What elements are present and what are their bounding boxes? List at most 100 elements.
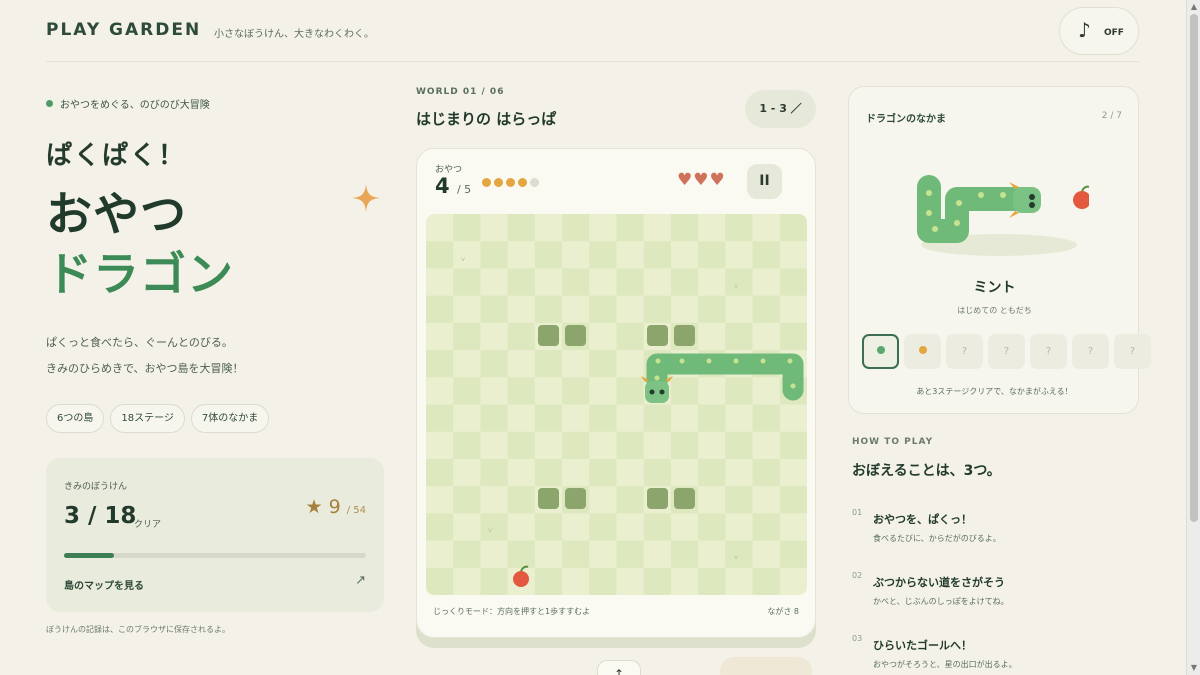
friend-slot-locked[interactable]: ?	[1114, 334, 1151, 369]
howto-title: おぼえることは、3つ。	[852, 463, 1001, 479]
board-cell	[426, 404, 454, 433]
board-cell	[507, 295, 536, 324]
arrow-icon[interactable]: ↗	[355, 573, 366, 588]
game-board[interactable]: ᵥ ᵥ ᵥ ᵥ	[426, 214, 807, 595]
board-cell	[779, 214, 807, 242]
snack-dot-icon	[482, 178, 491, 187]
pill-stages: 18ステージ	[110, 404, 185, 433]
board-cell	[670, 431, 699, 460]
board-cell	[752, 404, 781, 433]
friend-slot-locked[interactable]: ?	[1030, 334, 1067, 369]
board-cell	[589, 377, 617, 405]
board-cell	[534, 241, 563, 269]
board-cell	[534, 458, 563, 487]
board-cell	[779, 322, 807, 351]
hero-title-line1: おやつ	[46, 187, 187, 241]
board-cell	[725, 404, 754, 433]
scrollbar-thumb[interactable]	[1190, 14, 1198, 522]
apple-icon	[1073, 191, 1089, 209]
friend-dot-icon	[876, 346, 885, 354]
board-cell	[589, 540, 617, 569]
board-cell	[453, 241, 481, 269]
step-number: 01	[852, 508, 863, 517]
board-cell	[589, 214, 617, 242]
friends-card: ドラゴンのなかま 2 / 7 ミント はじめての ともだち ? ? ? ? ? …	[848, 86, 1151, 414]
board-cell	[534, 295, 563, 324]
snack-dot-icon	[506, 178, 515, 187]
board-cell	[643, 214, 672, 242]
friends-title: ドラゴンのなかま	[866, 114, 946, 125]
board-cell	[779, 241, 807, 269]
snack-count-total: / 5	[456, 183, 472, 196]
board-cell	[779, 513, 807, 542]
feature-pills: 6つの島 18ステージ 7体のなかま	[46, 404, 270, 433]
board-cell	[643, 431, 672, 460]
board-cell	[725, 567, 754, 595]
board-cell	[779, 431, 807, 460]
stage-select-button[interactable]: 1 - 3 ／	[745, 90, 816, 128]
board-cell	[779, 567, 807, 595]
pause-button[interactable]: II	[747, 164, 782, 199]
friend-slot-mint[interactable]	[862, 334, 899, 369]
board-grid	[426, 214, 807, 595]
page-scrollbar[interactable]: ▲ ▼	[1186, 0, 1200, 675]
step-number: 03	[852, 634, 863, 643]
board-cell	[670, 567, 699, 595]
scroll-up-icon[interactable]: ▲	[1189, 2, 1199, 12]
board-cell	[507, 486, 536, 514]
board-cell	[698, 540, 726, 569]
friend-slot-locked[interactable]: ?	[1072, 334, 1109, 369]
board-cell	[725, 431, 754, 460]
board-cell	[480, 268, 509, 297]
progress-label: きみのぼうけん	[64, 482, 128, 492]
hero-description: ぱくっと食べたら、ぐーんとのびる。 きみのひらめきで、おやつ島を大冒険！	[46, 330, 244, 382]
board-cell	[616, 513, 645, 542]
board-cell	[616, 350, 645, 378]
board-cell	[453, 377, 481, 405]
board-cell	[752, 322, 781, 351]
board-cell	[589, 404, 617, 433]
board-cell	[779, 295, 807, 324]
board-cell	[589, 458, 617, 487]
hero-lead: おやつをめぐる、のびのび大冒険	[46, 96, 210, 111]
board-cell	[480, 513, 509, 542]
friend-slots: ? ? ? ? ?	[862, 334, 1151, 369]
board-cell	[752, 295, 781, 324]
board-cell	[453, 567, 481, 595]
board-cell	[616, 295, 645, 324]
board-cell	[670, 241, 699, 269]
board-cell	[698, 377, 726, 405]
board-cell	[562, 540, 590, 569]
friend-slot-locked[interactable]: ?	[988, 334, 1025, 369]
board-cell	[670, 268, 699, 297]
board-cell	[698, 295, 726, 324]
up-arrow-button[interactable]: ↑	[597, 660, 641, 675]
board-cell	[453, 513, 481, 542]
board-cell	[752, 513, 781, 542]
sparkle-icon	[352, 184, 380, 212]
board-cell	[562, 567, 590, 595]
friend-slot-2[interactable]	[904, 334, 941, 369]
board-cell	[453, 404, 481, 433]
board-cell	[725, 486, 754, 514]
board-cell	[453, 486, 481, 514]
friend-slot-locked[interactable]: ?	[946, 334, 983, 369]
island-map-link[interactable]: 島のマップを見る	[64, 577, 144, 592]
howto-label: HOW TO PLAY	[852, 437, 934, 447]
board-cell	[616, 268, 645, 297]
board-cell	[562, 295, 590, 324]
board-cell	[589, 322, 617, 351]
brand-logo[interactable]: PLAY GARDEN	[46, 20, 201, 40]
sound-toggle-button[interactable]: ♪ OFF	[1059, 7, 1139, 55]
board-cell	[725, 214, 754, 242]
board-cell	[698, 404, 726, 433]
scroll-down-icon[interactable]: ▼	[1189, 663, 1199, 673]
action-button[interactable]	[720, 657, 812, 675]
board-cell	[507, 404, 536, 433]
board-cell	[752, 214, 781, 242]
board-cell	[725, 268, 754, 297]
progress-bar	[64, 553, 366, 558]
heart-icon: ♥♥♥	[677, 170, 726, 190]
board-cell	[480, 350, 509, 378]
board-cell	[534, 567, 563, 595]
